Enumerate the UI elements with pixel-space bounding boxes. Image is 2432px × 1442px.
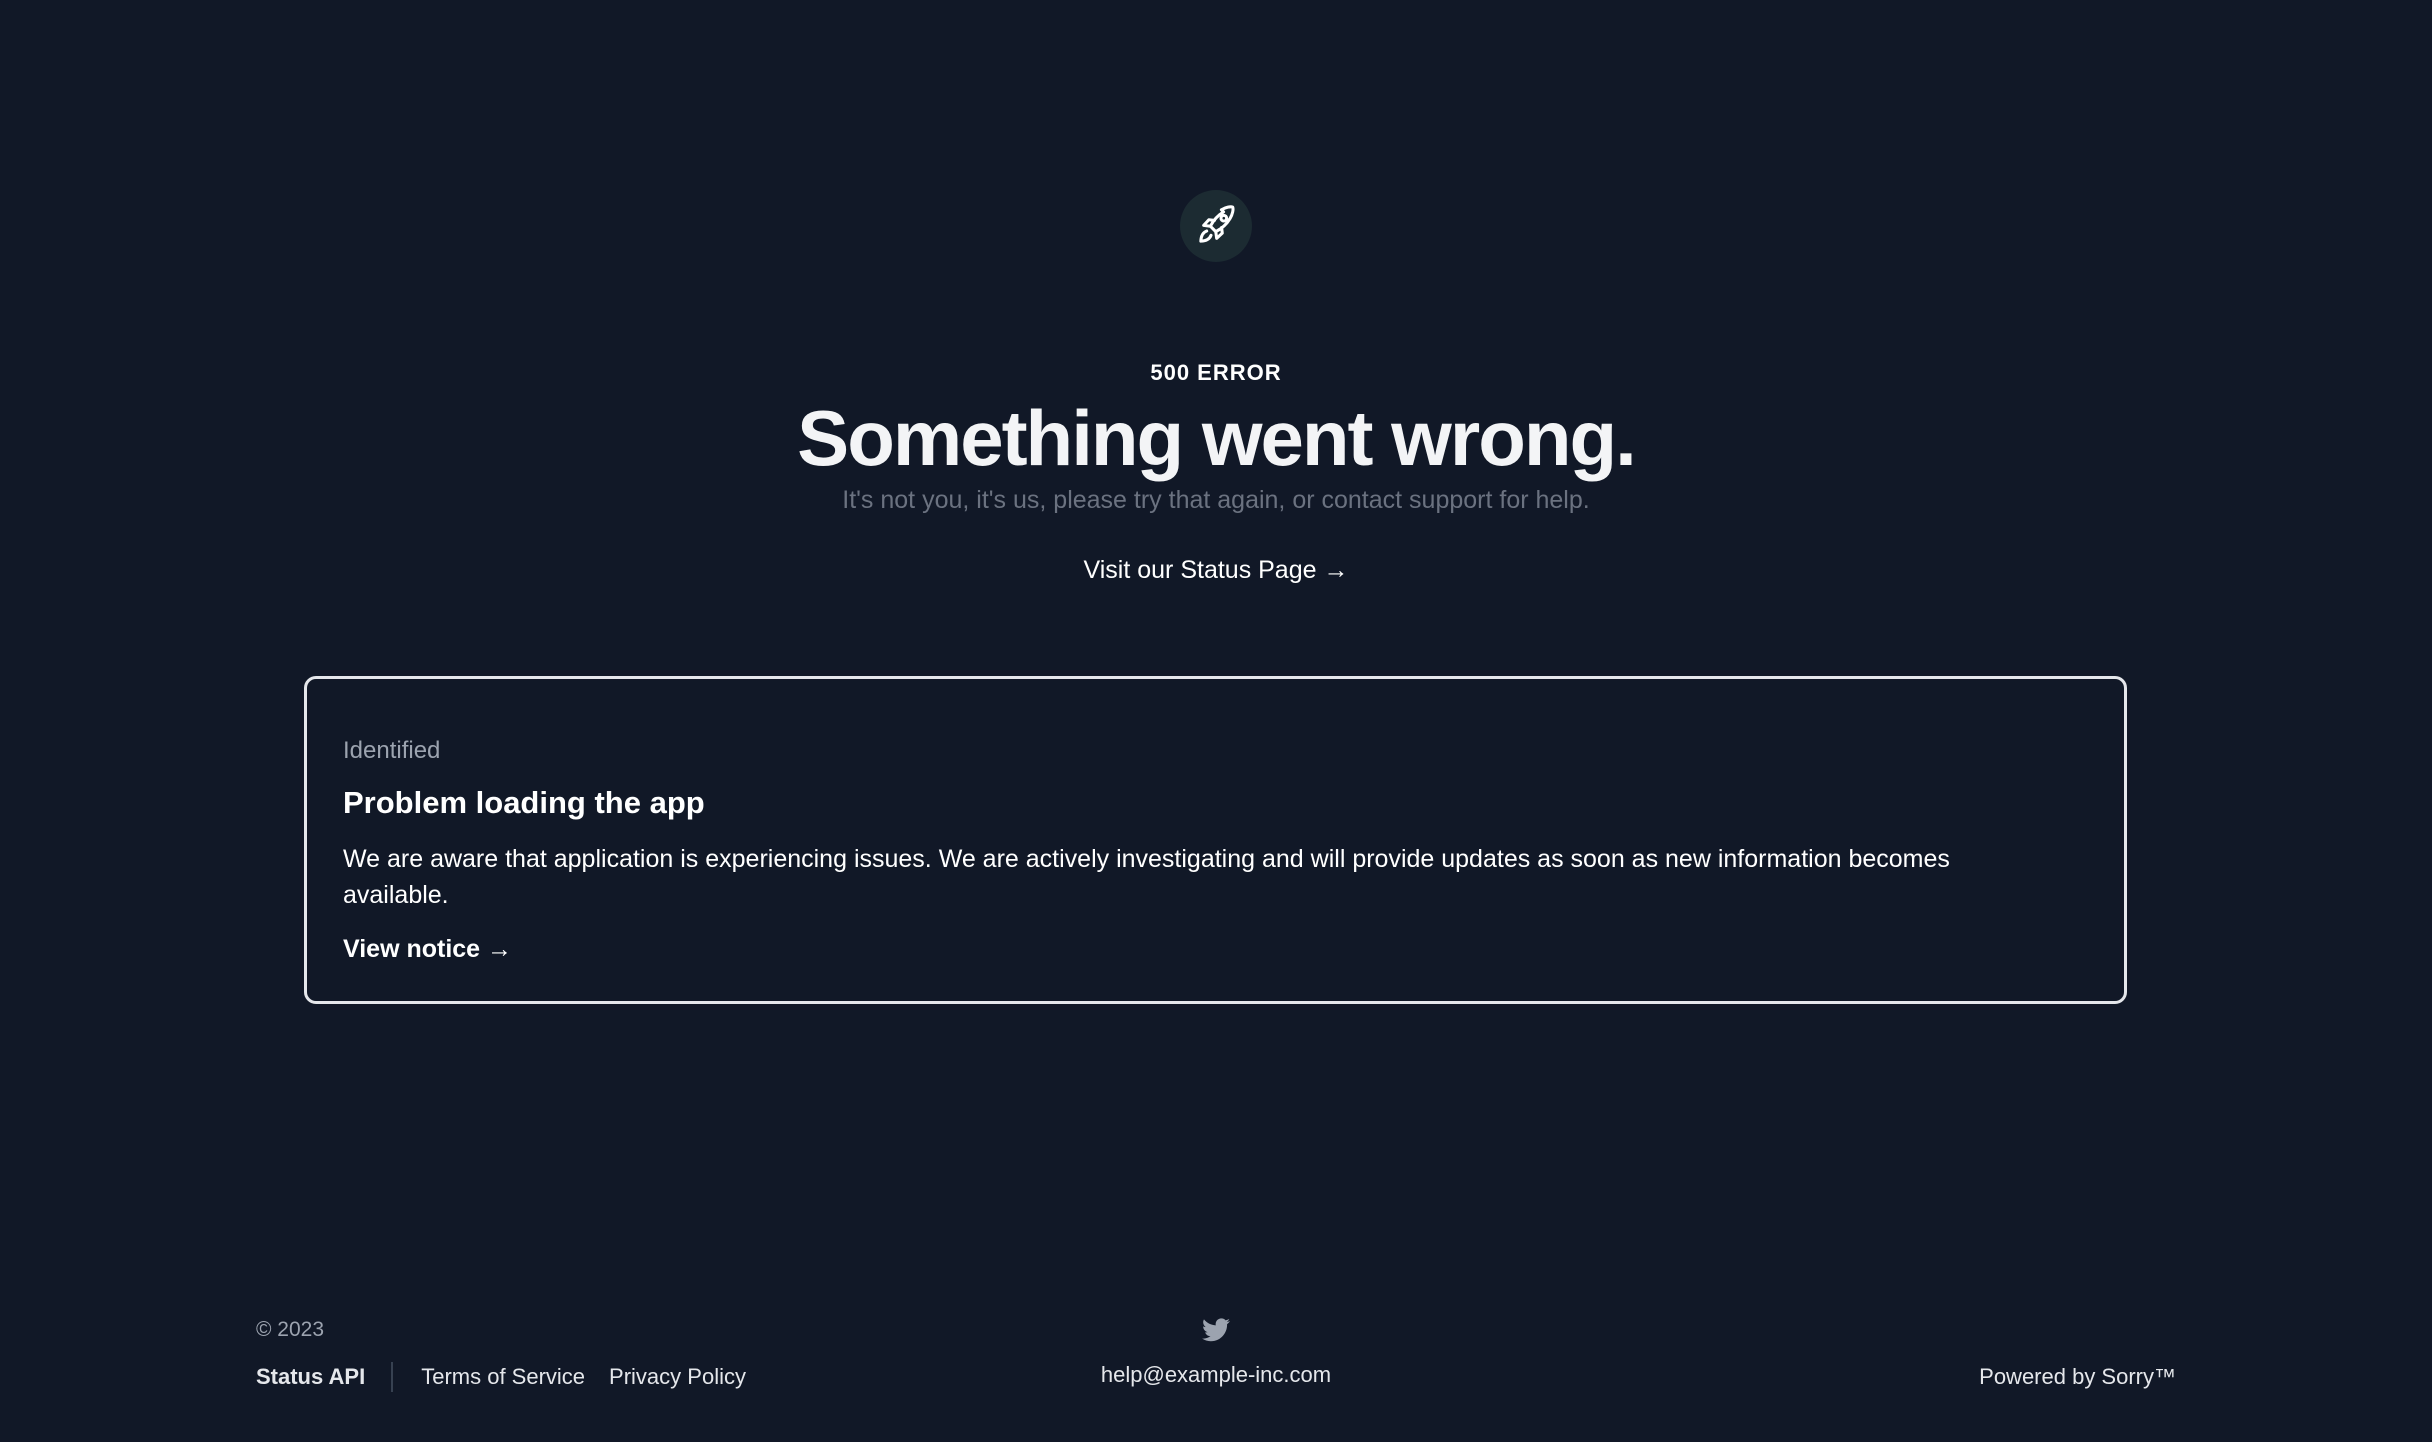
view-notice-link[interactable]: View notice → — [343, 935, 512, 964]
terms-of-service-link[interactable]: Terms of Service — [421, 1364, 585, 1390]
twitter-icon[interactable] — [1202, 1318, 1230, 1342]
support-email-link[interactable]: help@example-inc.com — [1101, 1362, 1331, 1387]
status-api-link[interactable]: Status API — [256, 1364, 365, 1390]
page-title: Something went wrong. — [797, 394, 1637, 482]
footer-copyright: © 2023 — [256, 1318, 325, 1341]
footer-links: Status API Terms of Service Privacy Poli… — [256, 1362, 770, 1392]
notice-body: We are aware that application is experie… — [343, 845, 1950, 909]
error-code: 500 ERROR — [1150, 360, 1282, 385]
notice-status: Identified — [343, 737, 441, 764]
footer-divider — [391, 1362, 394, 1392]
rocket-icon — [1199, 205, 1235, 243]
status-page-link-row: Visit our Status Page → — [0, 556, 2432, 585]
notice-title: Problem loading the app — [343, 785, 705, 820]
status-page-link[interactable]: Visit our Status Page → — [1084, 556, 1349, 584]
page-subtitle: It's not you, it's us, please try that a… — [842, 486, 1590, 514]
privacy-policy-link[interactable]: Privacy Policy — [609, 1364, 746, 1390]
logo-badge — [1180, 190, 1252, 262]
powered-by-link[interactable]: Powered by Sorry™ — [1979, 1364, 2176, 1390]
incident-notice-card: Identified Problem loading the app We ar… — [304, 676, 2127, 1004]
